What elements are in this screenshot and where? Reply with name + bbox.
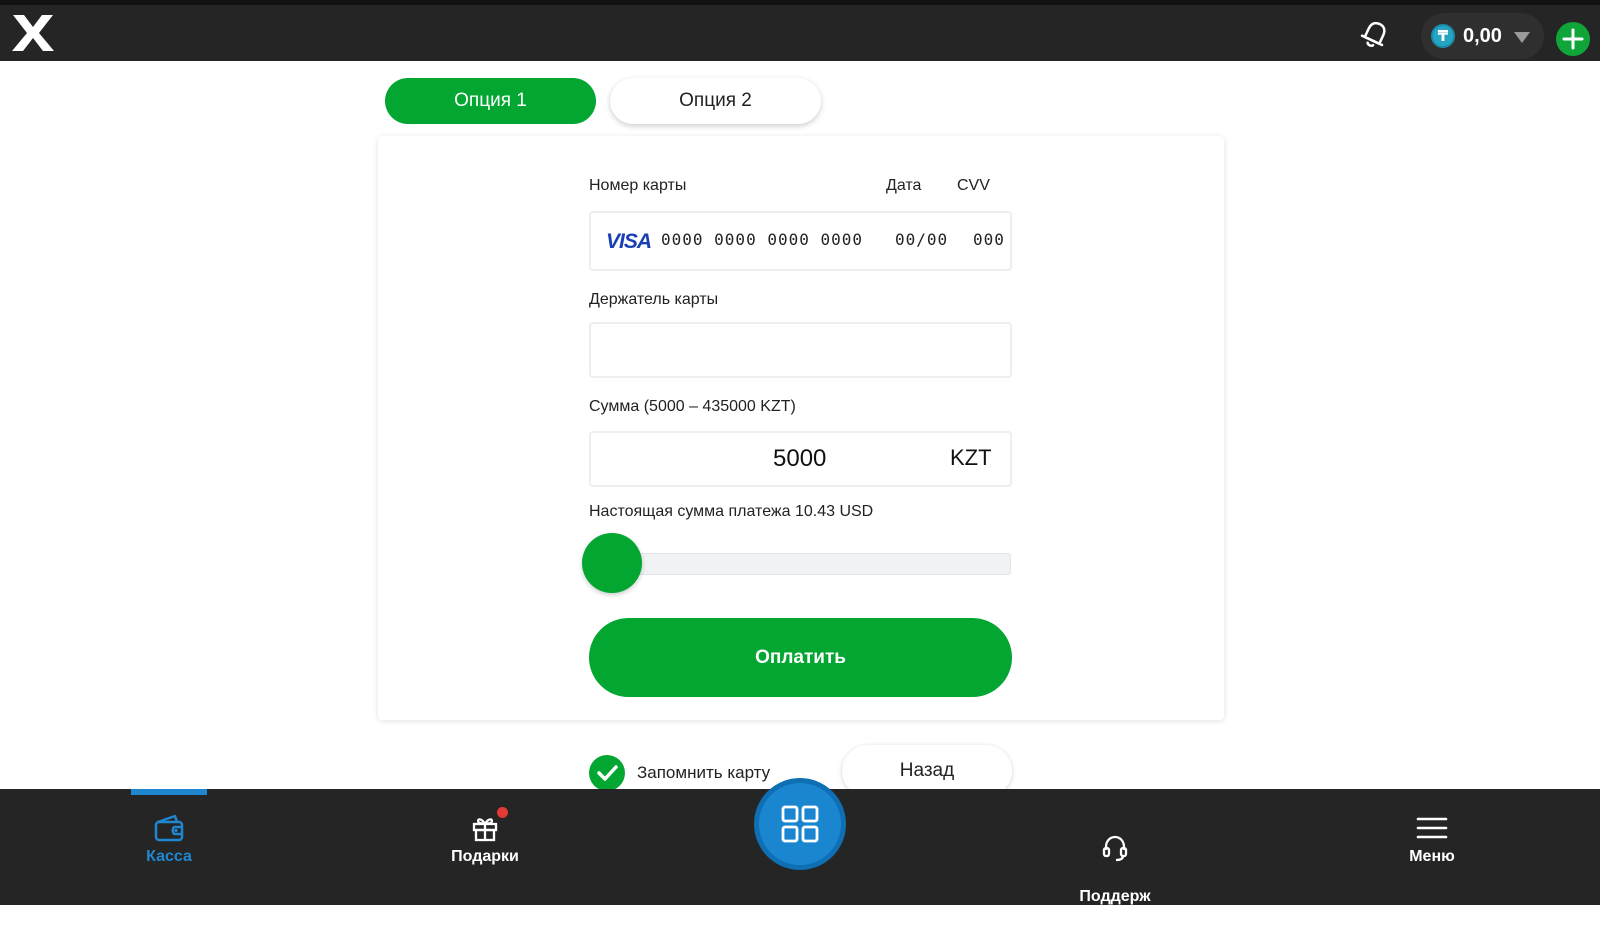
gift-icon — [472, 818, 498, 842]
active-tab-indicator — [131, 789, 207, 795]
top-bar: ₸ 0,00 — [0, 0, 1600, 61]
grid-icon — [781, 805, 819, 843]
tenge-icon: ₸ — [1431, 24, 1455, 48]
card-input-group: VISA 0000 0000 0000 0000 00/00 000 — [589, 211, 1012, 271]
date-label: Дата — [886, 177, 922, 194]
headset-icon — [1102, 835, 1128, 862]
nav-label: Поддерж ка — [1079, 888, 1151, 925]
amount-slider-track[interactable] — [630, 553, 1011, 575]
card-number-label: Номер карты — [589, 177, 687, 194]
games-grid-button[interactable] — [754, 778, 846, 870]
balance-value: 0,00 — [1463, 24, 1502, 47]
real-amount-label: Настоящая сумма платежа 10.43 USD — [589, 503, 874, 520]
plus-icon — [1562, 28, 1584, 50]
pay-button[interactable]: Оплатить — [589, 618, 1012, 697]
checkmark-icon — [597, 765, 618, 781]
bell-icon[interactable] — [1358, 17, 1392, 51]
nav-item-menu[interactable]: Меню — [1362, 813, 1502, 867]
menu-icon — [1416, 817, 1448, 839]
balance-selector[interactable]: ₸ 0,00 — [1421, 13, 1544, 59]
card-date-input[interactable]: 00/00 — [895, 230, 948, 249]
amount-label: Сумма (5000 – 435000 KZT) — [589, 398, 796, 415]
card-holder-input[interactable] — [589, 322, 1012, 378]
remember-card-label[interactable]: Запомнить карту — [637, 763, 770, 783]
nav-item-cashier[interactable]: Касса — [99, 813, 239, 867]
cvv-label: CVV — [957, 177, 990, 194]
nav-item-gifts[interactable]: Подарки — [415, 807, 555, 867]
amount-slider-handle[interactable] — [582, 533, 642, 593]
deposit-button[interactable] — [1556, 22, 1590, 56]
amount-input[interactable]: 5000 KZT — [589, 431, 1012, 487]
card-cvv-input[interactable]: 000 — [973, 230, 1005, 249]
wallet-icon — [154, 814, 184, 842]
nav-item-support[interactable]: Поддерж ка — [1045, 813, 1185, 927]
tab-option-1[interactable]: Опция 1 — [385, 78, 596, 124]
x-logo-icon[interactable] — [10, 13, 56, 53]
card-holder-label: Держатель карты — [589, 291, 719, 308]
notification-badge — [497, 807, 508, 818]
nav-label: Меню — [1409, 848, 1455, 865]
amount-currency: KZT — [950, 445, 992, 470]
tab-option-2[interactable]: Опция 2 — [610, 78, 821, 124]
card-number-input[interactable]: 0000 0000 0000 0000 — [661, 230, 863, 249]
nav-label: Касса — [146, 848, 192, 865]
chevron-down-icon — [1513, 31, 1530, 43]
remember-card-checkbox[interactable] — [589, 755, 625, 791]
visa-logo: VISA — [606, 230, 652, 253]
amount-value[interactable]: 5000 — [773, 445, 826, 473]
nav-label: Подарки — [451, 848, 519, 865]
